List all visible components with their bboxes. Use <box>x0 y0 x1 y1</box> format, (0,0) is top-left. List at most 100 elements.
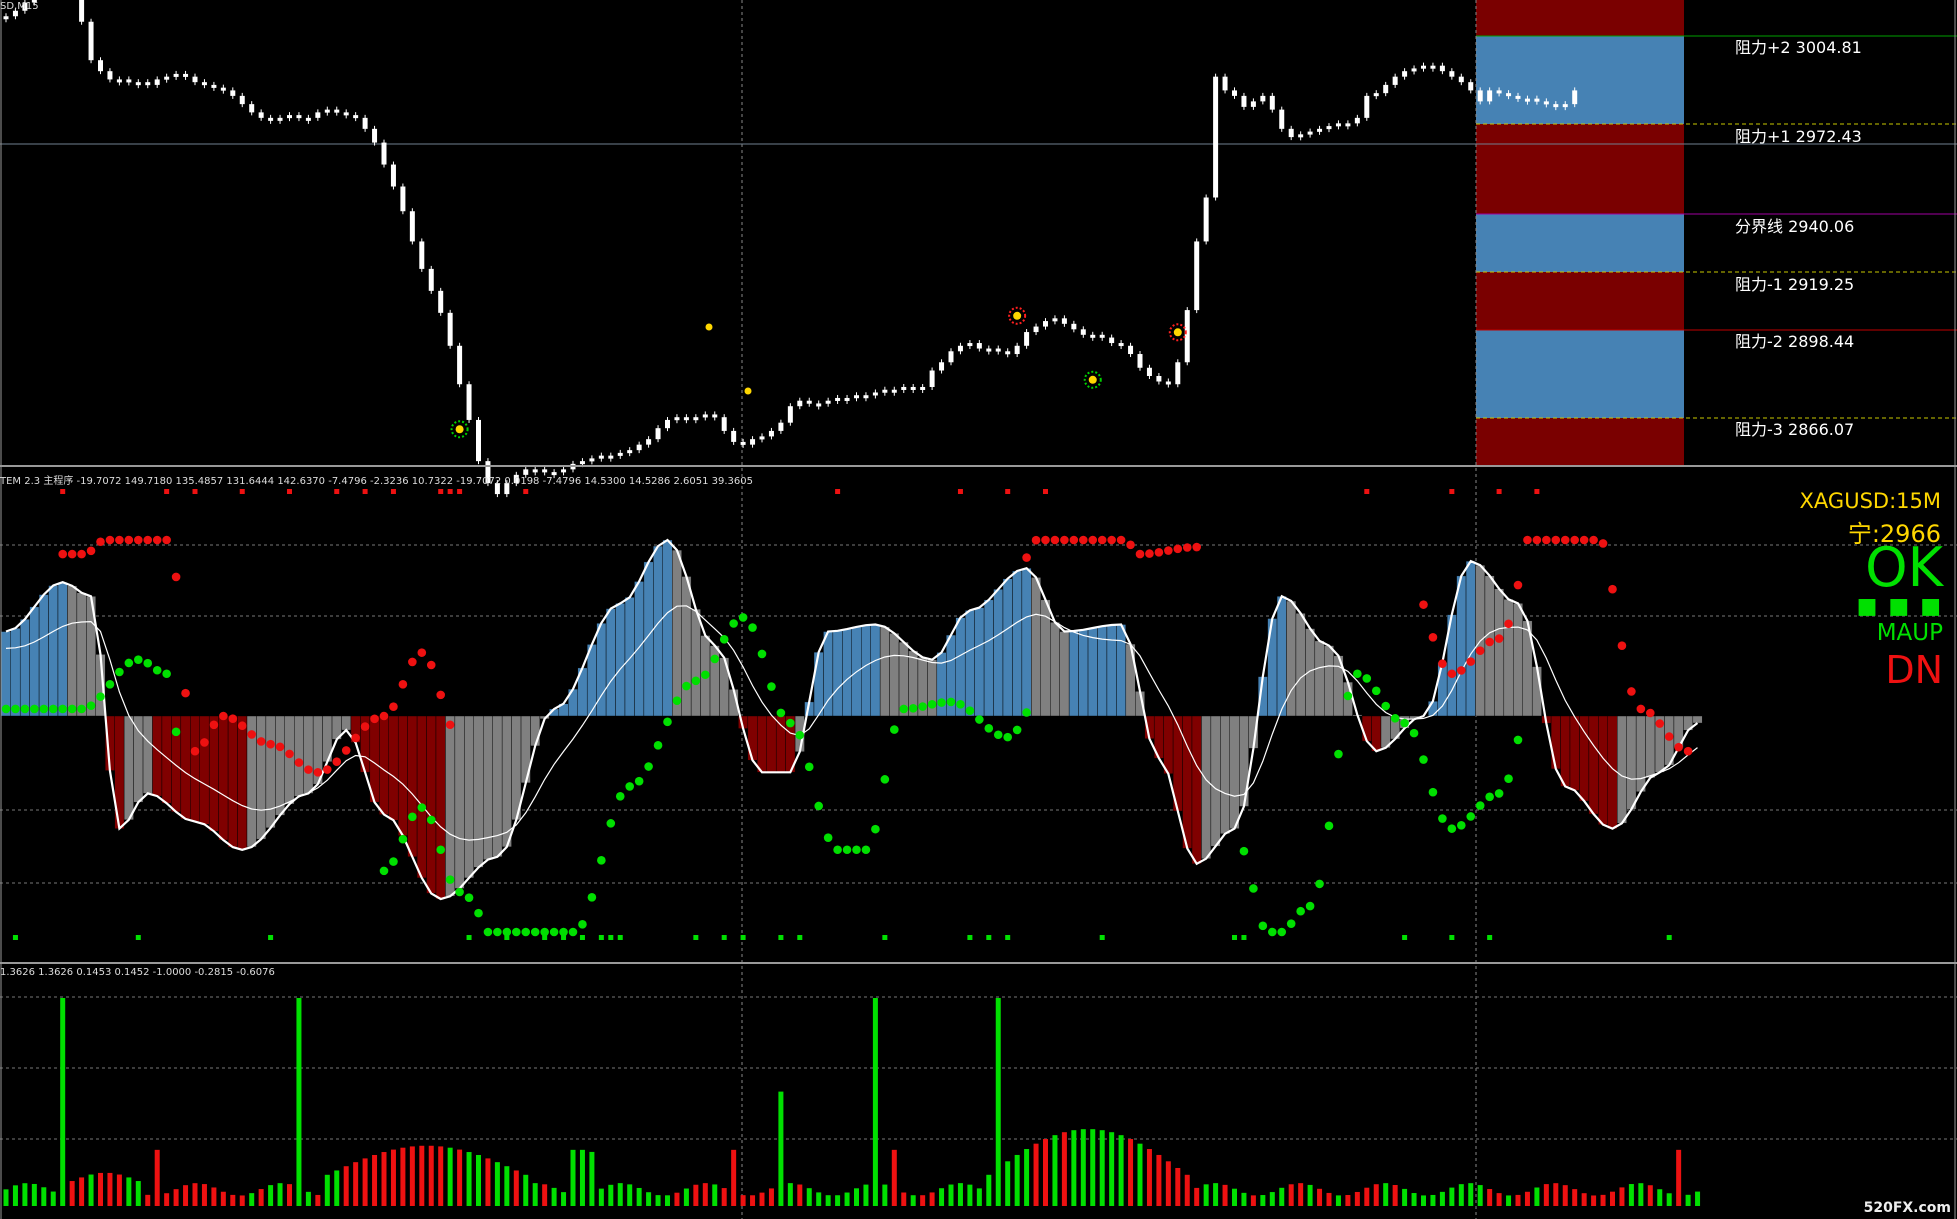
osc-histogram-bar <box>757 715 767 773</box>
ma-state-label: MAUP <box>1876 620 1943 646</box>
candle-body <box>683 417 689 421</box>
osc-histogram-bar <box>993 589 1004 717</box>
volume-bar <box>598 1188 604 1206</box>
sell-signal-core <box>1173 328 1182 337</box>
sar-dot-green <box>1513 735 1523 745</box>
volume-bar <box>324 1174 330 1206</box>
sar-dot-red <box>1041 535 1050 545</box>
osc-histogram-bar <box>1229 715 1240 829</box>
volume-bar <box>1090 1129 1096 1206</box>
sar-dot-red <box>1608 584 1617 594</box>
sar-dot-green <box>984 724 994 733</box>
volume-bar <box>995 998 1001 1206</box>
volume-pane[interactable] <box>0 996 1957 1206</box>
volume-bar <box>523 1174 529 1206</box>
price-chart-svg[interactable] <box>0 0 1957 1219</box>
candle-body <box>126 79 132 83</box>
volume-bar <box>1222 1184 1228 1206</box>
volume-bar <box>258 1189 264 1206</box>
sar-dot-green <box>86 701 96 710</box>
sar-dot-green <box>908 703 918 713</box>
candle-body <box>145 82 151 86</box>
candle-body <box>249 104 255 113</box>
volume-bar <box>334 1170 340 1206</box>
volume-bar <box>948 1184 954 1206</box>
signal-square-green <box>1005 935 1011 940</box>
sar-dot-green <box>1362 674 1372 683</box>
candle-body <box>173 73 179 77</box>
volume-bar <box>1392 1185 1398 1206</box>
candle-body <box>447 312 453 346</box>
volume-bar <box>872 998 878 1206</box>
sar-dot-green <box>880 775 890 784</box>
sar-dot-green <box>701 670 710 680</box>
osc-histogram-bar <box>1361 715 1372 742</box>
sar-dot-red <box>436 690 446 700</box>
volume-bar <box>201 1184 207 1206</box>
osc-histogram-bar <box>1692 715 1703 724</box>
volume-bar <box>381 1152 387 1206</box>
mt4-chart-window[interactable]: SD,M15 阻力+2 3004.81 阻力+1 2972.43 分界线 294… <box>0 0 1957 1219</box>
volume-bar <box>135 1181 141 1206</box>
osc-histogram-bar <box>57 582 68 717</box>
sar-dot-green <box>445 875 455 884</box>
indicator-pane[interactable] <box>0 489 1957 940</box>
candle-body <box>201 82 207 86</box>
symbol-label: SD,M15 <box>0 1 39 12</box>
osc-histogram-bar <box>1116 624 1127 717</box>
sar-dot-green <box>1504 774 1513 783</box>
sar-dot-red <box>1173 544 1183 554</box>
sar-dot-green <box>653 741 663 750</box>
sar-dot-green <box>1457 820 1466 830</box>
volume-bar <box>116 1174 122 1206</box>
volume-bar <box>268 1185 274 1206</box>
volume-bar <box>1052 1135 1058 1206</box>
candle-body <box>1383 84 1389 94</box>
volume-bar <box>211 1187 217 1206</box>
sar-dot-green <box>1296 906 1305 916</box>
volume-bar <box>1146 1149 1152 1206</box>
sar-dot-red <box>1145 549 1154 558</box>
volume-header: 1.3626 1.3626 0.1453 0.1452 -1.0000 -0.2… <box>0 967 275 978</box>
sar-dot-red <box>313 768 323 777</box>
watermark-logo: 520FX.com <box>1863 1200 1951 1216</box>
volume-bar <box>1014 1154 1020 1206</box>
volume-bar <box>457 1149 463 1206</box>
candle-body <box>79 0 85 22</box>
sar-dot-red <box>1664 732 1674 741</box>
candle-body <box>1279 109 1285 129</box>
sar-dot-green <box>1466 812 1476 821</box>
volume-bar <box>1128 1139 1134 1206</box>
osc-histogram-bar <box>842 628 852 717</box>
candle-body <box>476 419 481 462</box>
osc-histogram-bar <box>190 715 200 822</box>
volume-bar <box>154 1149 160 1206</box>
volume-bar <box>1628 1184 1634 1206</box>
osc-histogram-bar <box>1220 715 1230 834</box>
candle-body <box>1184 310 1190 363</box>
volume-bar <box>98 1172 103 1206</box>
sar-dot-red <box>1523 535 1532 545</box>
sar-dot-green <box>823 833 833 842</box>
candle-body <box>277 117 283 121</box>
sar-dot-red <box>1107 535 1116 545</box>
sar-dot-red <box>1182 543 1192 552</box>
osc-histogram-bar <box>1106 624 1117 717</box>
candle-body <box>305 117 311 121</box>
volume-bar <box>12 1185 18 1206</box>
signal-square-green <box>693 935 699 940</box>
candle-body <box>646 439 652 445</box>
volume-bar <box>1553 1183 1559 1206</box>
volume-bar <box>1647 1185 1653 1206</box>
signal-square-green <box>967 935 973 940</box>
sar-dot-green <box>1334 749 1343 759</box>
volume-bar <box>542 1184 548 1206</box>
volume-bar <box>1335 1195 1341 1206</box>
volume-bar <box>88 1174 94 1206</box>
sar-dot-green <box>417 803 427 812</box>
sar-dot-green <box>1438 814 1447 823</box>
sar-dot-red <box>1532 535 1542 545</box>
signal-square-green <box>542 935 548 940</box>
sar-dot-green <box>77 704 86 714</box>
sar-dot-red <box>86 546 96 556</box>
